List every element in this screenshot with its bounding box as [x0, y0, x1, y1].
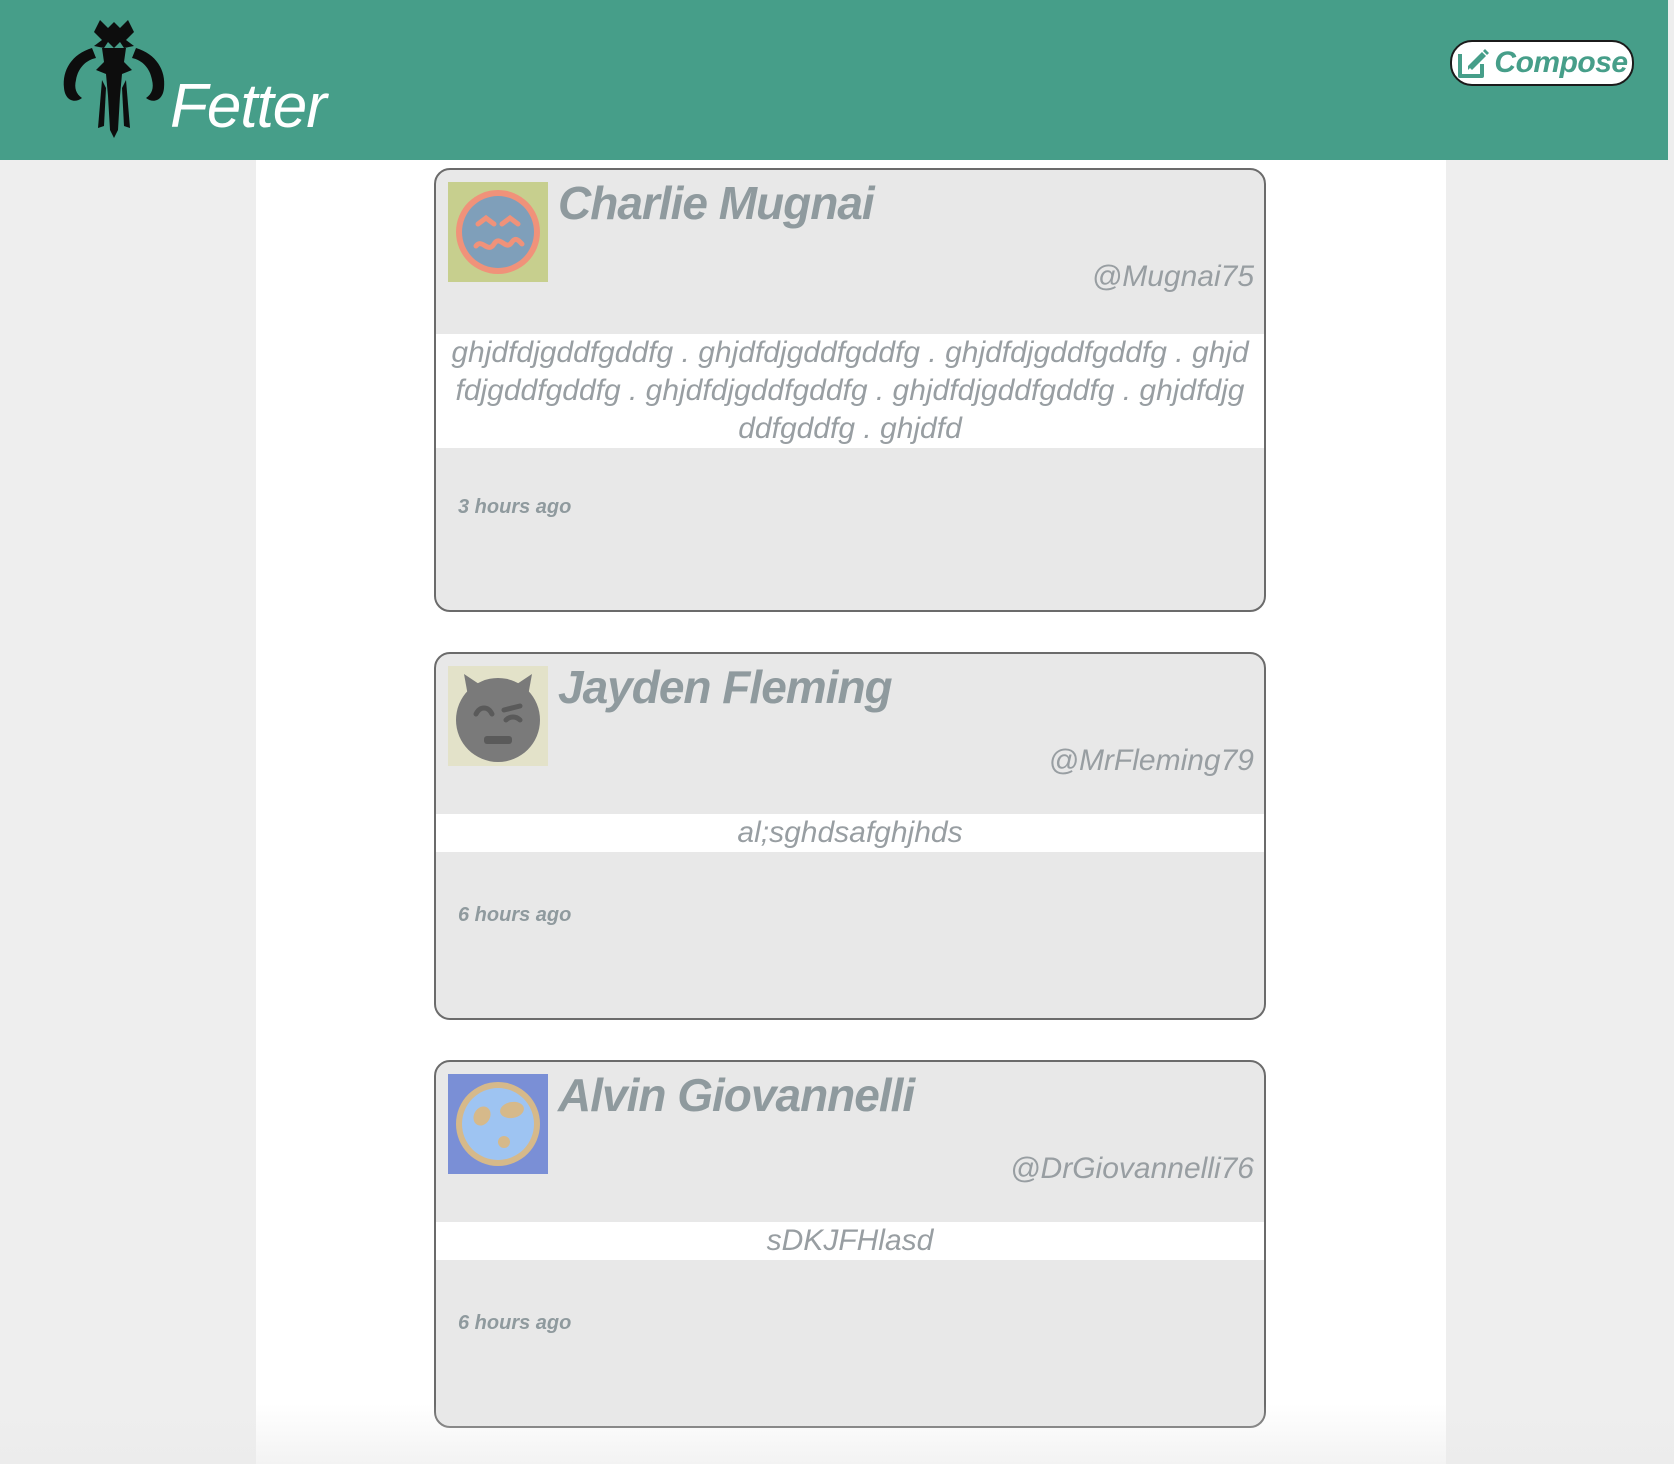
- squinting-face-avatar-icon[interactable]: [448, 182, 548, 282]
- compose-label: Compose: [1494, 46, 1628, 79]
- edit-icon: [1458, 49, 1490, 78]
- post-author-name[interactable]: Jayden Fleming: [558, 660, 893, 714]
- post-timestamp: 6 hours ago: [458, 1312, 572, 1334]
- post-author-name[interactable]: Charlie Mugnai: [558, 176, 875, 230]
- post-body: ghjdfdjgddfgddfg . ghjdfdjgddfgddfg . gh…: [436, 334, 1264, 448]
- post-timestamp: 6 hours ago: [458, 904, 572, 926]
- post-card[interactable]: Alvin Giovannelli @DrGiovannelli76 sDKJF…: [434, 1060, 1266, 1428]
- post-author-handle[interactable]: @Mugnai75: [1092, 260, 1254, 294]
- post-author-handle[interactable]: @DrGiovannelli76: [1010, 1152, 1254, 1186]
- post-timestamp: 3 hours ago: [458, 496, 572, 518]
- mythosaur-skull-icon[interactable]: [62, 18, 166, 142]
- app-header: Fetter Compose: [0, 0, 1668, 160]
- app-brand-name[interactable]: Fetter: [170, 76, 327, 138]
- post-body: sDKJFHlasd: [436, 1222, 1264, 1260]
- surprised-face-avatar-icon[interactable]: [448, 1074, 548, 1174]
- post-card[interactable]: Jayden Fleming @MrFleming79 al;sghdsafgh…: [434, 652, 1266, 1020]
- devil-face-avatar-icon[interactable]: [448, 666, 548, 766]
- post-author-name[interactable]: Alvin Giovannelli: [558, 1068, 915, 1122]
- compose-button[interactable]: Compose: [1450, 40, 1634, 86]
- post-card[interactable]: Charlie Mugnai @Mugnai75 ghjdfdjgddfgddf…: [434, 168, 1266, 612]
- post-body: al;sghdsafghjhds: [436, 814, 1264, 852]
- post-author-handle[interactable]: @MrFleming79: [1048, 744, 1254, 778]
